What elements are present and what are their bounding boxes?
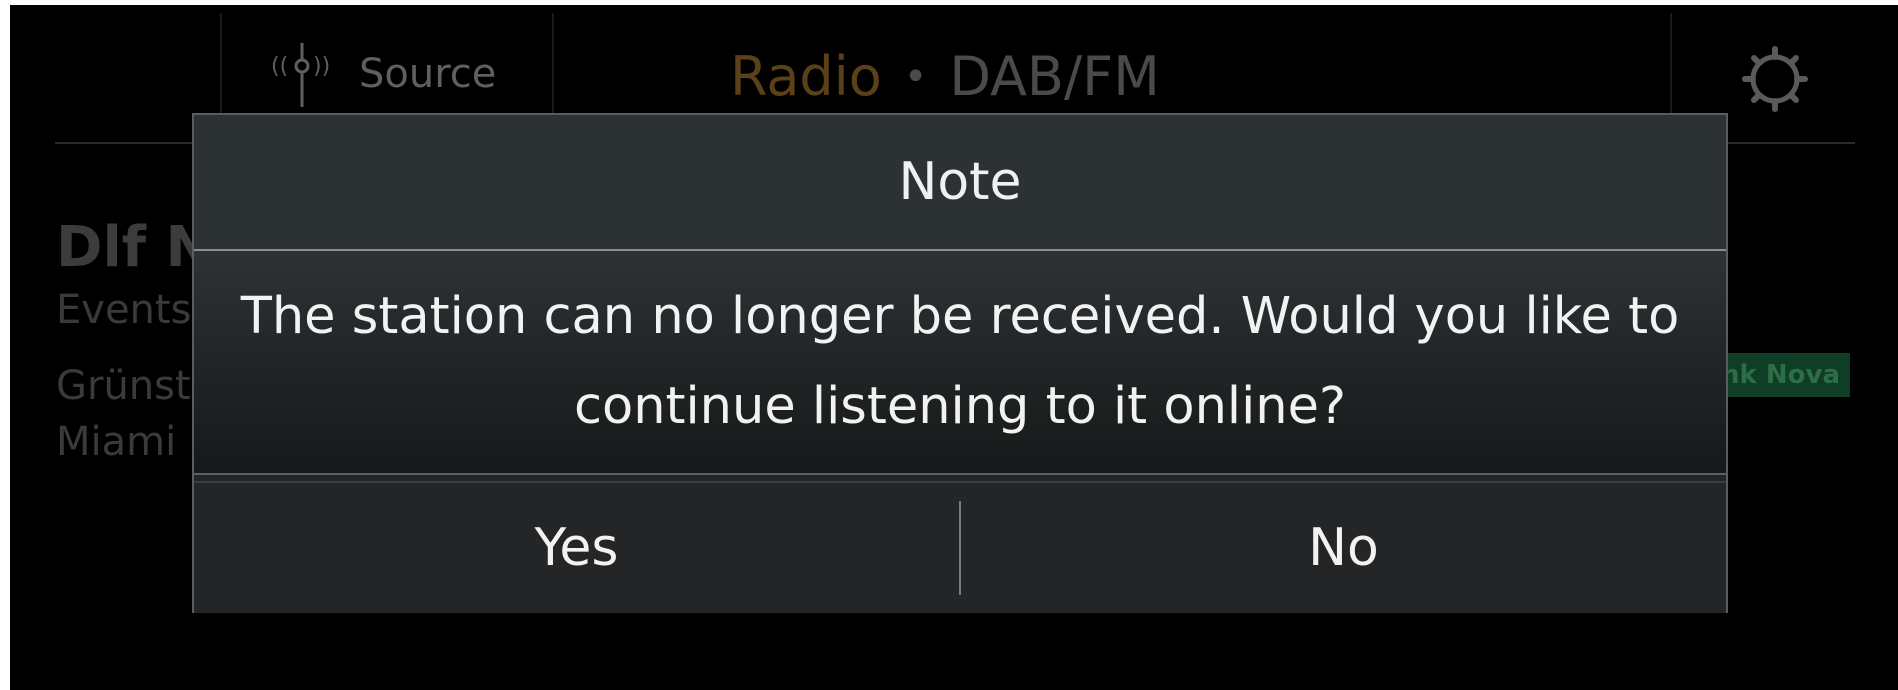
dialog-message: The station can no longer be received. W… [240,287,1680,436]
header-title: Radio • DAB/FM [730,45,1160,108]
title-separator: • [903,53,928,100]
no-button[interactable]: No [961,483,1726,613]
dialog-title: Note [194,115,1726,251]
svg-text:)): )) [313,54,330,79]
gear-icon [1742,46,1808,112]
station-info-line-2: Grünst [56,363,191,409]
title-source: Radio [730,45,882,108]
dialog-actions: Yes No [194,481,1726,613]
infotainment-screen: (( )) Source Radio • DAB/FM Dlf N Events… [10,5,1898,690]
station-info-line-3: Miami [56,419,177,465]
source-label: Source [359,51,497,97]
svg-text:((: (( [271,54,288,79]
station-badge: nk Nova [1718,353,1850,397]
dialog-body: The station can no longer be received. W… [194,251,1726,475]
title-band: DAB/FM [949,45,1160,108]
station-info-line-1: Events [56,287,192,333]
station-name: Dlf N [56,215,213,280]
antenna-icon: (( )) [267,39,337,109]
yes-button[interactable]: Yes [194,483,959,613]
note-dialog: Note The station can no longer be receiv… [192,113,1728,613]
